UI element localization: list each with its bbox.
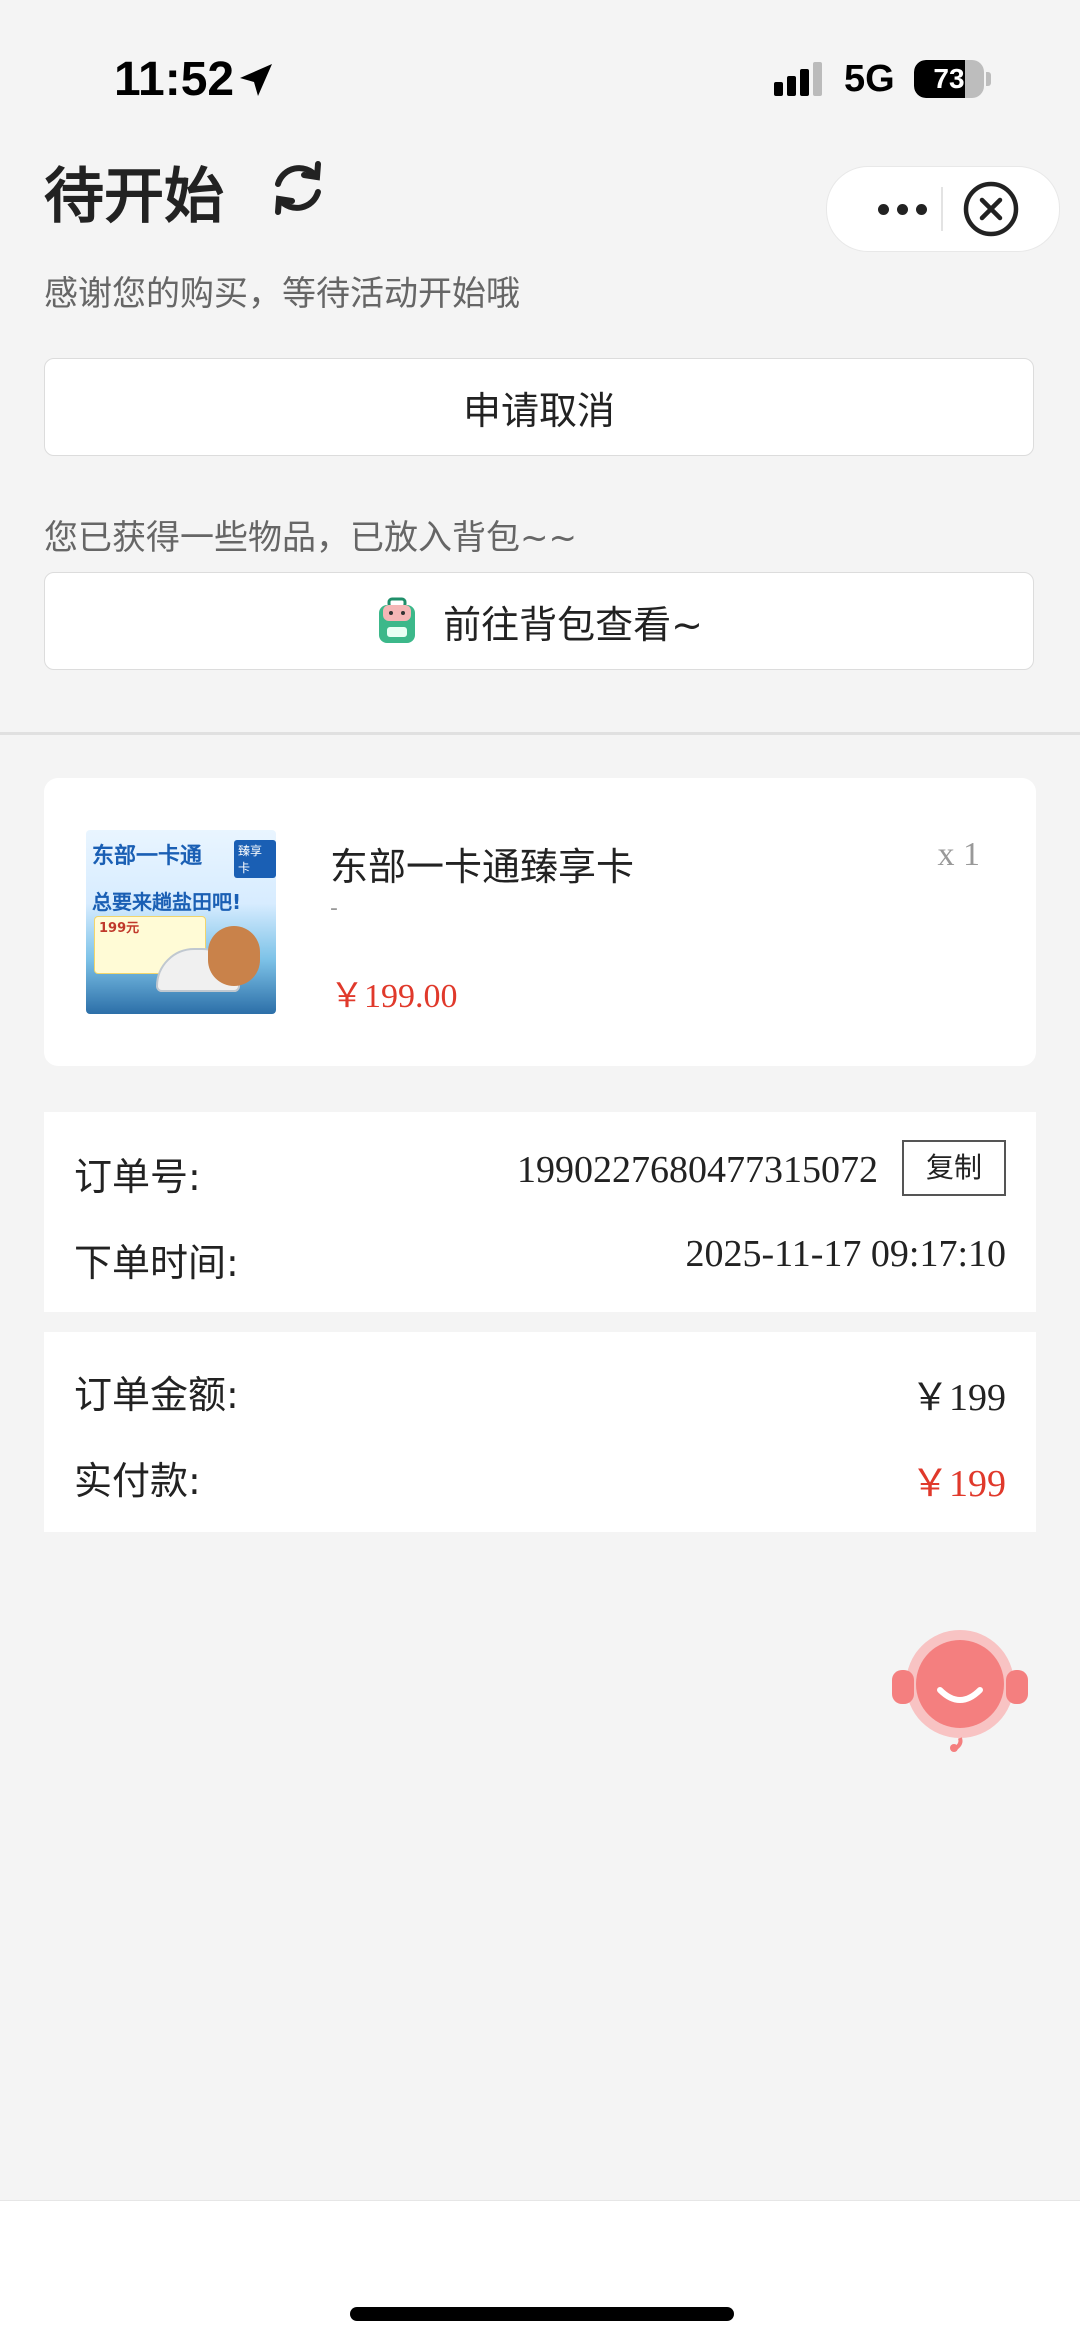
product-price: ￥199.00 <box>330 978 458 1015</box>
paid-amount-value: ￥199 <box>910 1463 1006 1505</box>
battery-icon: 73 <box>914 60 984 98</box>
status-time: 11:52 <box>114 53 235 106</box>
close-icon[interactable] <box>961 179 1021 243</box>
battery-tip <box>986 72 991 86</box>
refresh-icon[interactable] <box>266 156 330 224</box>
order-total-label: 订单金额: <box>74 1373 239 1417</box>
view-backpack-button[interactable]: 前往背包查看~ <box>44 572 1034 670</box>
paid-amount-label: 实付款: <box>74 1459 201 1503</box>
capsule-divider <box>941 187 943 231</box>
status-subtitle: 感谢您的购买，等待活动开始哦 <box>44 274 520 314</box>
product-name: 东部一卡通臻享卡 <box>330 845 635 889</box>
page-title: 待开始 <box>44 162 224 232</box>
network-type: 5G <box>844 58 895 100</box>
thumb-mascot <box>208 926 260 986</box>
order-time-label: 下单时间: <box>74 1241 239 1285</box>
home-indicator[interactable] <box>350 2307 734 2321</box>
order-info-card: 订单号: 1990227680477315072 复制 下单时间: 2025-1… <box>44 1112 1036 1312</box>
more-options-icon[interactable] <box>857 167 947 251</box>
amount-card: 订单金额: ￥199 实付款: ￥199 <box>44 1332 1036 1532</box>
product-spec: - <box>330 896 338 921</box>
thumb-tag: 臻享卡 <box>234 840 276 878</box>
view-backpack-label: 前往背包查看~ <box>443 602 703 647</box>
backpack-hint: 您已获得一些物品，已放入背包~~ <box>44 518 577 558</box>
backpack-icon <box>379 597 416 643</box>
thumb-slogan: 总要来趟盐田吧! <box>92 890 242 914</box>
status-bar: 11:52 5G 73 <box>0 0 1080 150</box>
section-divider <box>0 732 1080 735</box>
miniprogram-capsule <box>826 166 1060 252</box>
thumb-badge: 199元 <box>99 921 140 936</box>
cellular-signal-icon <box>774 62 830 102</box>
product-thumbnail: 东部一卡通 臻享卡 总要来趟盐田吧! 199元 <box>86 830 276 1014</box>
cancel-request-button[interactable]: 申请取消 <box>44 358 1034 456</box>
order-total-value: ￥199 <box>910 1377 1006 1419</box>
product-card[interactable]: 东部一卡通 臻享卡 总要来趟盐田吧! 199元 东部一卡通臻享卡 - x 1 ￥… <box>44 778 1036 1066</box>
location-arrow-icon <box>236 60 276 104</box>
order-time-value: 2025-11-17 09:17:10 <box>685 1233 1006 1275</box>
thumb-title: 东部一卡通 <box>92 844 203 869</box>
order-no-label: 订单号: <box>74 1155 201 1199</box>
battery-percentage: 73 <box>933 63 965 94</box>
customer-service-button[interactable] <box>888 1624 1032 1756</box>
order-no-value: 1990227680477315072 <box>517 1149 878 1191</box>
headset-icon <box>892 1630 1028 1752</box>
product-quantity: x 1 <box>937 836 981 873</box>
copy-order-no-button[interactable]: 复制 <box>902 1140 1006 1196</box>
